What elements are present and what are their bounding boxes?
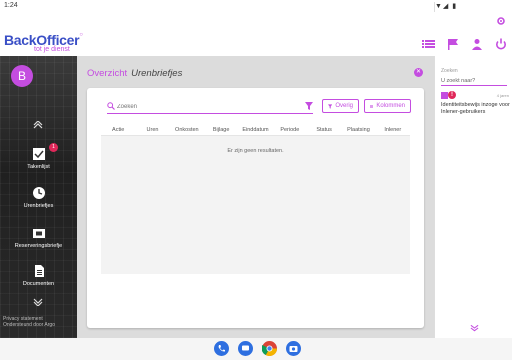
chevron-down-icon[interactable] <box>470 324 479 332</box>
search-icon <box>107 102 115 110</box>
filter-icon[interactable] <box>305 102 313 110</box>
filter-icon <box>328 103 333 109</box>
close-icon[interactable]: ✕ <box>414 68 423 77</box>
main-content: Overzicht Urenbriefjes ✕ Overig Kolommen … <box>77 56 434 338</box>
column-header[interactable]: Bijlage <box>204 124 238 135</box>
flag-icon[interactable] <box>446 38 460 50</box>
powered-by: Ondersteund door Argo <box>3 322 55 328</box>
results-card: Overig Kolommen Actie Uren Onkosten Bijl… <box>87 88 424 328</box>
notification-text: Identiteitsbewijs inzoge voor Inlener-ge… <box>441 102 510 115</box>
table-header: Actie Uren Onkosten Bijlage Einddatum Pe… <box>101 124 410 136</box>
overig-label: Overig <box>335 103 353 109</box>
clock-icon <box>32 187 45 199</box>
kolommen-label: Kolommen <box>376 103 405 109</box>
ticket-icon <box>32 229 45 238</box>
phone-icon[interactable] <box>214 341 229 356</box>
table-body: Er zijn geen resultaten. <box>101 136 410 274</box>
sidebar-footer: Privacy statement Ondersteund door Argo <box>3 316 55 328</box>
status-bar: 1:24 ▼◢ ▮ <box>0 0 512 284</box>
column-header[interactable]: Inlener <box>376 124 410 135</box>
overig-button[interactable]: Overig <box>322 99 359 113</box>
page-title: Urenbriefjes <box>131 68 183 79</box>
right-panel: Zoeken U zoekt naar? ! 4 jaren Identitei… <box>434 56 512 338</box>
status-time: 1:24 <box>4 2 18 9</box>
android-nav-bar <box>0 338 512 360</box>
sidebar-item-documenten[interactable]: Documenten <box>0 264 77 287</box>
sidebar-item-reserveringsbriefje[interactable]: Reserveringsbriefje <box>0 226 77 249</box>
columns-icon <box>370 104 374 108</box>
sidebar-item-label: Documenten <box>22 281 55 287</box>
sidebar-item-label: Reserveringsbriefje <box>14 243 63 249</box>
sidebar-item-label: Takenlijst <box>27 164 50 170</box>
column-header[interactable]: Periode <box>273 124 307 135</box>
sidebar-item-urenbriefjes[interactable]: Urenbriefjes <box>0 186 77 209</box>
search-input[interactable] <box>117 100 297 113</box>
gear-icon[interactable] <box>496 16 506 26</box>
search-bar <box>107 100 313 114</box>
chevron-up-icon[interactable] <box>33 121 43 129</box>
kolommen-button[interactable]: Kolommen <box>364 99 411 113</box>
empty-message: Er zijn geen resultaten. <box>227 148 284 154</box>
toolbar-icons <box>422 38 508 50</box>
chevron-down-icon[interactable] <box>33 298 43 306</box>
sidebar-item-label: Urenbriefjes <box>23 203 54 209</box>
app-tagline: tot je dienst <box>34 46 70 53</box>
user-name <box>12 93 70 105</box>
column-header[interactable]: Einddatum <box>238 124 272 135</box>
alert-icon: ! <box>448 91 456 99</box>
column-header[interactable]: Uren <box>135 124 169 135</box>
panel-search-input[interactable]: U zoekt naar? <box>441 76 507 86</box>
chrome-icon[interactable] <box>262 341 277 356</box>
checklist-icon <box>32 148 45 160</box>
search-label: Zoeken <box>441 68 458 74</box>
document-icon <box>34 265 44 277</box>
user-icon[interactable] <box>470 38 484 50</box>
camera-icon[interactable] <box>286 341 301 356</box>
avatar[interactable]: B <box>11 65 33 87</box>
column-header[interactable]: Plaatsing <box>341 124 375 135</box>
column-header[interactable]: Actie <box>101 124 135 135</box>
column-header[interactable]: Onkosten <box>170 124 204 135</box>
sidebar-item-takenlijst[interactable]: 1 Takenlijst <box>0 143 77 170</box>
column-header[interactable]: Status <box>307 124 341 135</box>
page-header: Overzicht Urenbriefjes <box>87 68 182 79</box>
breadcrumb[interactable]: Overzicht <box>87 68 127 79</box>
list-icon[interactable] <box>422 38 436 50</box>
top-bar: BackOfficer○ tot je dienst <box>0 12 512 56</box>
task-count-badge: 1 <box>49 143 58 152</box>
app-dock <box>214 341 301 356</box>
messages-icon[interactable] <box>238 341 253 356</box>
power-icon[interactable] <box>494 38 508 50</box>
notification-checkbox[interactable] <box>441 92 448 99</box>
sidebar: B 1 Takenlijst Urenbriefjes Reserverings… <box>0 56 77 338</box>
notification-age: 4 jaren <box>496 93 509 98</box>
